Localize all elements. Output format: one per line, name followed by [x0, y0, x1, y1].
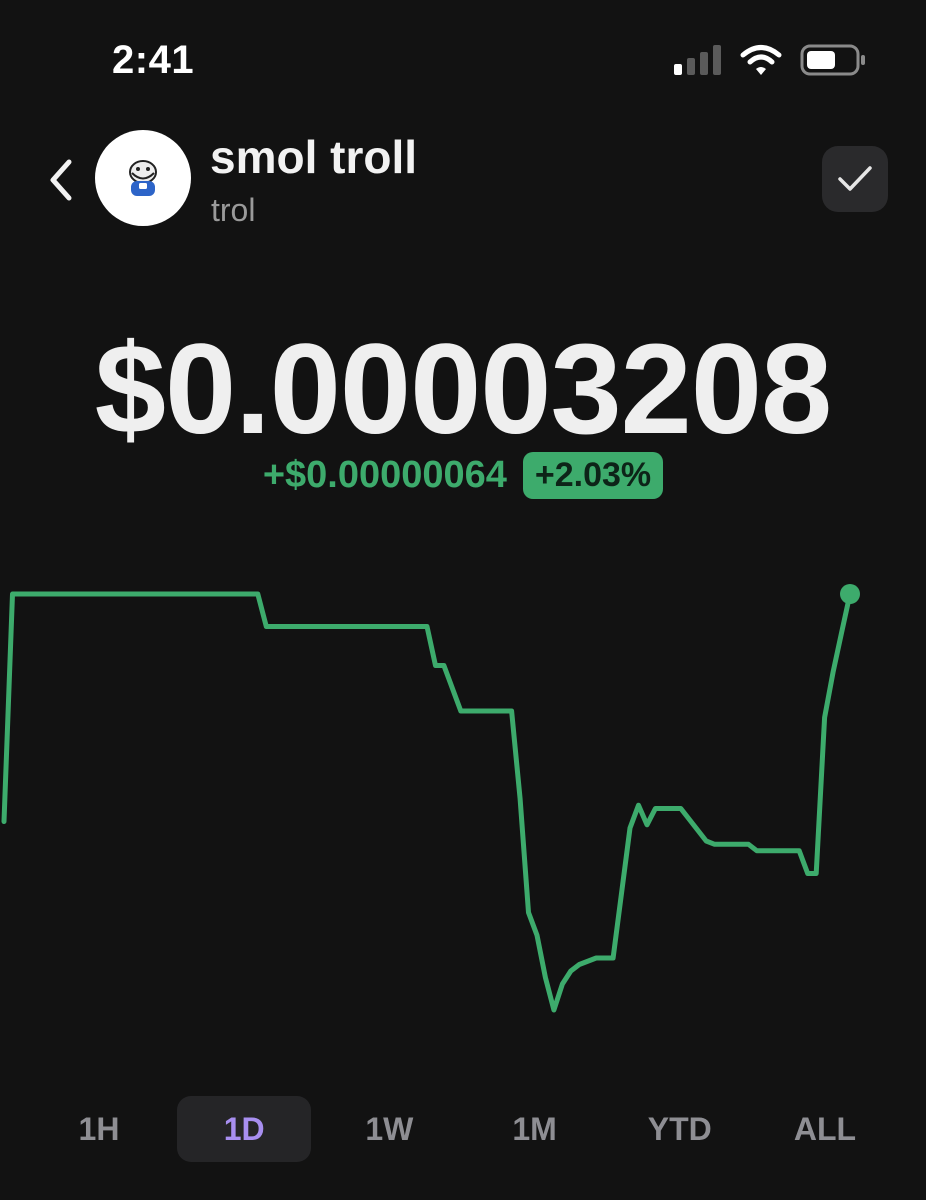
token-name: smol troll	[210, 131, 418, 183]
range-tab-ytd[interactable]: YTD	[613, 1096, 747, 1162]
battery-icon	[800, 44, 865, 76]
wifi-icon	[740, 45, 782, 75]
watchlist-button[interactable]	[822, 146, 888, 212]
current-price: $0.00003208	[94, 318, 832, 461]
range-tab-1h[interactable]: 1H	[32, 1096, 166, 1162]
range-tab-1w[interactable]: 1W	[322, 1096, 456, 1162]
range-tab-1m[interactable]: 1M	[468, 1096, 602, 1162]
back-button[interactable]	[36, 152, 84, 208]
range-tab-1d[interactable]: 1D	[177, 1096, 312, 1162]
status-time: 2:41	[112, 38, 195, 82]
cellular-signal-icon	[674, 45, 721, 75]
price-change-percent-badge: +2.03%	[522, 452, 664, 499]
price-change-row: +$0.00000064 +2.03%	[0, 452, 926, 499]
range-tab-all[interactable]: ALL	[758, 1096, 892, 1162]
token-symbol: trol	[211, 192, 256, 228]
current-price-dot	[840, 584, 860, 604]
time-range-tabs: 1H 1D 1W 1M YTD ALL	[32, 1096, 892, 1162]
status-icons	[674, 44, 866, 76]
token-avatar	[95, 130, 191, 226]
price-line	[1, 591, 853, 1013]
price-chart[interactable]	[0, 560, 926, 1030]
chevron-left-icon	[50, 159, 72, 201]
price-change-absolute: +$0.00000064	[262, 454, 507, 496]
troll-face-icon	[129, 160, 157, 196]
checkmark-icon	[838, 166, 872, 191]
